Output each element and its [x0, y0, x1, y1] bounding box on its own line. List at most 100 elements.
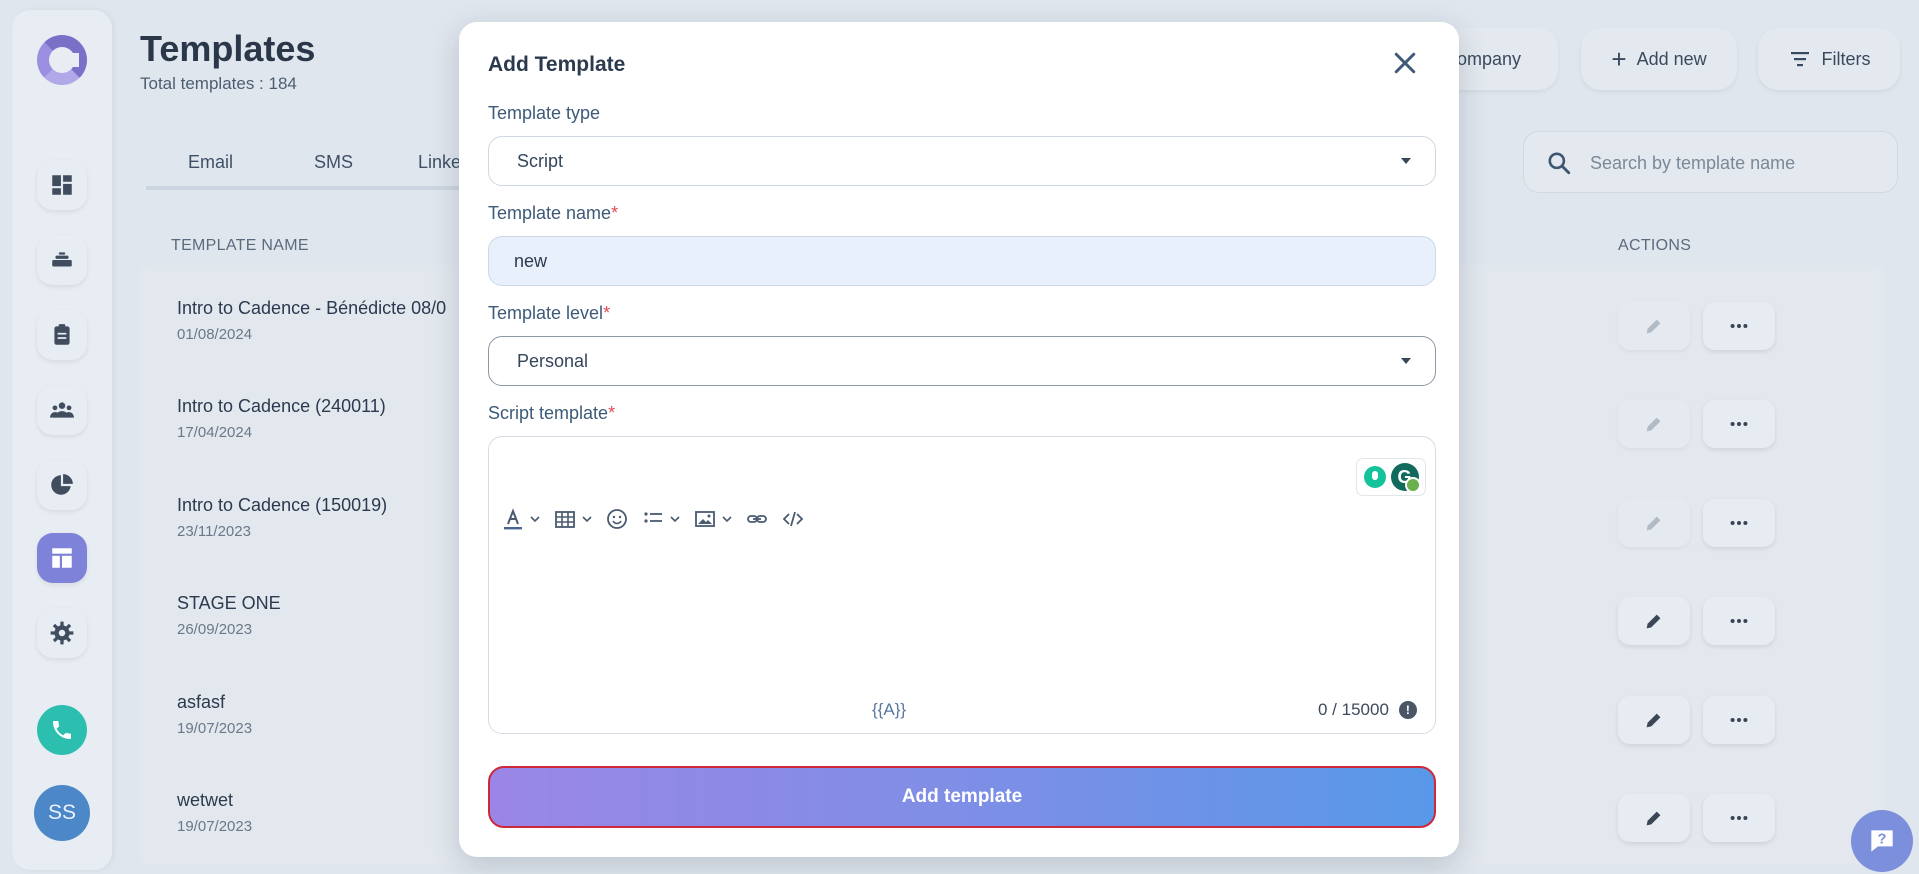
edit-button[interactable] — [1618, 794, 1690, 842]
list-tool[interactable] — [641, 507, 681, 531]
tasks-icon[interactable] — [37, 310, 87, 360]
more-options-button[interactable] — [1703, 400, 1775, 448]
cadence-icon[interactable] — [37, 235, 87, 285]
search-icon — [1548, 152, 1571, 175]
template-type-select[interactable]: Script — [488, 136, 1436, 186]
sidebar: SS — [12, 10, 112, 870]
chevron-down-icon — [1401, 158, 1411, 164]
more-options-button[interactable] — [1703, 499, 1775, 547]
add-new-label: Add new — [1636, 48, 1707, 69]
edit-button[interactable] — [1618, 597, 1690, 645]
pencil-icon — [1646, 417, 1661, 432]
chevron-down-icon — [670, 516, 680, 523]
add-new-button[interactable]: + Add new — [1581, 28, 1737, 90]
tab-linkedin[interactable]: Linke — [418, 152, 461, 173]
filter-icon — [1790, 52, 1809, 67]
close-icon[interactable] — [1390, 48, 1420, 78]
emoji-tool[interactable] — [605, 507, 629, 531]
lightbulb-icon — [1363, 466, 1386, 488]
more-dots-icon — [1730, 421, 1748, 427]
app-logo — [37, 35, 87, 85]
info-icon[interactable]: ! — [1398, 701, 1417, 719]
grammarly-widget[interactable]: G — [1357, 459, 1425, 495]
link-tool[interactable] — [745, 507, 769, 531]
pencil-icon — [1646, 516, 1661, 531]
phone-call-icon[interactable] — [37, 705, 87, 755]
template-level-select[interactable]: Personal — [488, 336, 1436, 386]
more-dots-icon — [1730, 815, 1748, 821]
template-date: 19/07/2023 — [177, 720, 253, 737]
add-template-modal: Add Template Template type Script Templa… — [459, 22, 1459, 857]
grammarly-icon: G — [1390, 463, 1421, 493]
edit-button[interactable] — [1618, 696, 1690, 744]
edit-button-disabled — [1618, 302, 1690, 350]
chevron-down-icon — [1401, 358, 1411, 364]
search-input[interactable] — [1590, 146, 1880, 180]
template-level-label: Template level* — [488, 303, 611, 323]
company-button-label: ompany — [1456, 48, 1522, 69]
template-name: Intro to Cadence (150019) — [177, 495, 388, 515]
script-template-editor[interactable]: G {{A}} 0 / 15000 ! — [488, 436, 1436, 734]
pencil-icon — [1646, 614, 1661, 629]
template-date: 01/08/2024 — [177, 326, 253, 343]
chevron-down-icon — [530, 516, 540, 523]
template-date: 23/11/2023 — [177, 523, 251, 540]
insert-variable-button[interactable]: {{A}} — [872, 700, 906, 720]
help-button[interactable]: ? — [1851, 810, 1913, 872]
image-icon — [695, 511, 715, 527]
more-options-button[interactable] — [1703, 597, 1775, 645]
template-date: 26/09/2023 — [177, 621, 253, 638]
template-name-label: Template name* — [488, 203, 619, 223]
channel-tabs: Email SMS Linke — [146, 130, 486, 190]
tab-email[interactable]: Email — [188, 152, 233, 173]
image-tool[interactable] — [693, 507, 733, 531]
template-name: STAGE ONE — [177, 593, 281, 613]
more-dots-icon — [1730, 520, 1748, 526]
code-tool[interactable] — [781, 507, 805, 531]
template-name: asfasf — [177, 692, 226, 712]
tab-sms[interactable]: SMS — [314, 152, 353, 173]
people-icon[interactable] — [37, 385, 87, 435]
more-options-button[interactable] — [1703, 794, 1775, 842]
template-type-label: Template type — [488, 103, 601, 123]
table-tool[interactable] — [553, 507, 593, 531]
plus-icon: + — [1611, 44, 1627, 74]
reports-pie-icon[interactable] — [37, 460, 87, 510]
script-template-label: Script template* — [488, 403, 616, 423]
template-name: Intro to Cadence (240011) — [177, 396, 386, 416]
settings-gear-icon[interactable] — [37, 608, 87, 658]
templates-icon[interactable] — [37, 533, 87, 583]
emoji-icon — [607, 509, 627, 529]
template-type-value: Script — [517, 150, 564, 171]
code-icon — [782, 511, 804, 527]
text-color-icon — [504, 508, 522, 530]
required-asterisk: * — [611, 203, 619, 223]
column-header-template-name: TEMPLATE NAME — [171, 237, 309, 254]
template-name: wetwet — [177, 790, 234, 810]
user-avatar[interactable]: SS — [34, 785, 90, 841]
dashboard-icon[interactable] — [37, 160, 87, 210]
template-date: 17/04/2024 — [177, 424, 253, 441]
more-dots-icon — [1730, 717, 1748, 723]
template-name-input[interactable] — [488, 236, 1436, 286]
filters-label: Filters — [1821, 48, 1871, 69]
more-dots-icon — [1730, 323, 1748, 329]
page-title: Templates — [140, 28, 316, 69]
pencil-icon — [1646, 319, 1661, 334]
template-level-value: Personal — [517, 350, 589, 371]
required-asterisk: * — [608, 403, 616, 423]
text-color-tool[interactable] — [501, 507, 541, 531]
required-asterisk: * — [603, 303, 611, 323]
pencil-icon — [1646, 713, 1661, 728]
column-header-actions: ACTIONS — [1618, 237, 1692, 254]
table-icon — [555, 511, 575, 528]
template-date: 19/07/2023 — [177, 818, 253, 835]
add-template-button[interactable]: Add template — [488, 766, 1436, 828]
pencil-icon — [1646, 811, 1661, 826]
more-options-button[interactable] — [1703, 696, 1775, 744]
more-dots-icon — [1730, 618, 1748, 624]
chevron-down-icon — [722, 516, 732, 523]
filters-button[interactable]: Filters — [1758, 28, 1900, 90]
help-chat-icon: ? — [1871, 830, 1893, 852]
more-options-button[interactable] — [1703, 302, 1775, 350]
